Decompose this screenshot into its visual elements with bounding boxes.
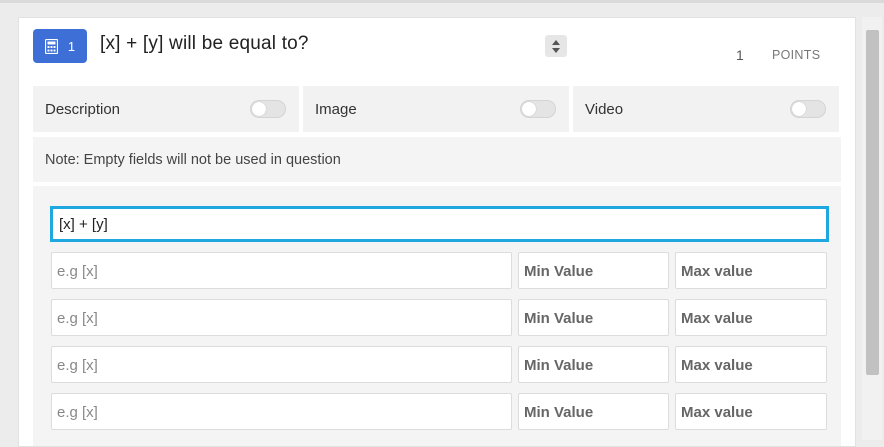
formula-input[interactable]: [x] + [y] bbox=[50, 206, 829, 242]
min-value-field[interactable]: Min Value bbox=[518, 346, 669, 383]
toggle-image-label: Image bbox=[315, 101, 357, 118]
toggle-video-label: Video bbox=[585, 101, 624, 118]
variable-name-field[interactable]: e.g [x] bbox=[51, 346, 512, 383]
variable-name-field[interactable]: e.g [x] bbox=[51, 299, 512, 336]
switch-knob bbox=[252, 102, 266, 116]
switch-knob bbox=[792, 102, 806, 116]
points-value[interactable]: 1 bbox=[736, 47, 744, 63]
toggle-description: Description bbox=[33, 86, 299, 132]
scrollbar-thumb[interactable] bbox=[866, 30, 879, 375]
top-divider bbox=[0, 0, 884, 3]
empty-fields-note: Note: Empty fields will not be used in q… bbox=[33, 137, 841, 182]
max-value-field[interactable]: Max value bbox=[675, 393, 827, 430]
points-label: POINTS bbox=[772, 48, 821, 62]
sort-arrows-icon[interactable] bbox=[545, 35, 567, 57]
image-switch[interactable] bbox=[520, 100, 556, 118]
variable-name-field[interactable]: e.g [x] bbox=[51, 252, 512, 289]
question-number: 1 bbox=[67, 38, 76, 54]
toggle-image: Image bbox=[303, 86, 569, 132]
description-switch[interactable] bbox=[250, 100, 286, 118]
question-title[interactable]: [x] + [y] will be equal to? bbox=[100, 33, 309, 55]
media-toggle-row: Description Image Video bbox=[33, 86, 839, 132]
max-value-field[interactable]: Max value bbox=[675, 299, 827, 336]
min-value-field[interactable]: Min Value bbox=[518, 299, 669, 336]
page: 1 [x] + [y] will be equal to? 1 POINTS D… bbox=[0, 0, 884, 447]
variable-name-field[interactable]: e.g [x] bbox=[51, 393, 512, 430]
video-switch[interactable] bbox=[790, 100, 826, 118]
chevron-down-icon bbox=[552, 47, 560, 53]
switch-knob bbox=[522, 102, 536, 116]
max-value-field[interactable]: Max value bbox=[675, 346, 827, 383]
max-value-field[interactable]: Max value bbox=[675, 252, 827, 289]
min-value-field[interactable]: Min Value bbox=[518, 393, 669, 430]
question-number-badge[interactable]: 1 bbox=[33, 29, 87, 63]
toggle-description-label: Description bbox=[45, 101, 121, 118]
min-value-field[interactable]: Min Value bbox=[518, 252, 669, 289]
toggle-video: Video bbox=[573, 86, 839, 132]
calculator-icon bbox=[44, 38, 58, 54]
chevron-up-icon bbox=[552, 39, 560, 45]
